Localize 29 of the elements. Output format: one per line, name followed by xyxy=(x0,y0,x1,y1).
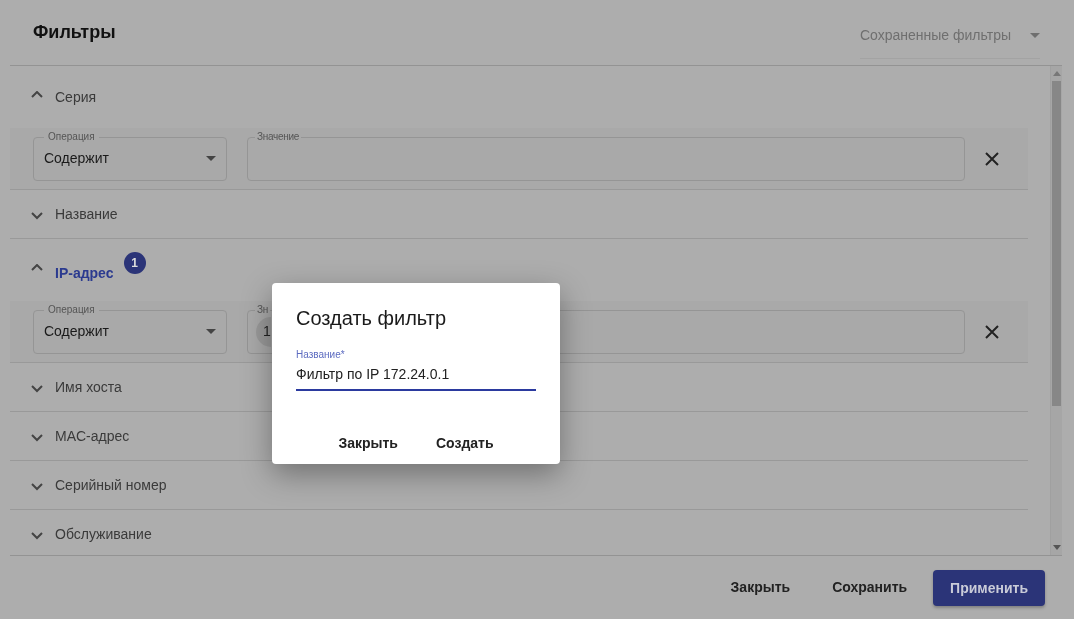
dialog-title: Создать фильтр xyxy=(296,306,447,331)
chevron-down-icon xyxy=(31,532,43,540)
panel-title: Фильтры xyxy=(33,21,116,44)
dialog-button[interactable]: Создать xyxy=(420,425,510,462)
scrollbar[interactable] xyxy=(1050,66,1062,555)
chevron-up-icon xyxy=(31,91,43,99)
dialog-button[interactable]: Закрыть xyxy=(322,425,414,462)
filter-section-header[interactable]: Обслуживание xyxy=(10,510,1028,555)
footer-button[interactable]: Сохранить xyxy=(816,569,924,606)
chevron-down-icon xyxy=(31,385,43,393)
dropdown-caret-icon xyxy=(206,156,216,161)
filter-section-header[interactable]: Название xyxy=(10,190,1028,239)
chevron-up-icon xyxy=(31,264,43,272)
value-chip: 1 xyxy=(256,316,271,347)
chevron-down-icon xyxy=(31,434,43,442)
dropdown-caret-icon xyxy=(206,329,216,334)
scrollbar-thumb[interactable] xyxy=(1052,81,1061,406)
scroll-up-icon[interactable] xyxy=(1053,71,1061,76)
close-icon[interactable] xyxy=(985,151,999,166)
apply-button[interactable]: Применить xyxy=(933,569,1045,606)
chevron-down-icon xyxy=(31,212,43,220)
count-badge: 1 xyxy=(123,252,146,274)
dropdown-caret-icon xyxy=(1030,32,1040,38)
close-icon[interactable] xyxy=(985,324,999,339)
chevron-down-icon xyxy=(31,483,43,491)
scroll-down-icon[interactable] xyxy=(1053,545,1061,550)
name-input-field[interactable]: Фильтр по IP 172.24.0.1 xyxy=(296,362,536,391)
filter-section-header[interactable]: Серия xyxy=(10,66,1028,128)
footer-button[interactable]: Закрыть xyxy=(714,569,807,606)
